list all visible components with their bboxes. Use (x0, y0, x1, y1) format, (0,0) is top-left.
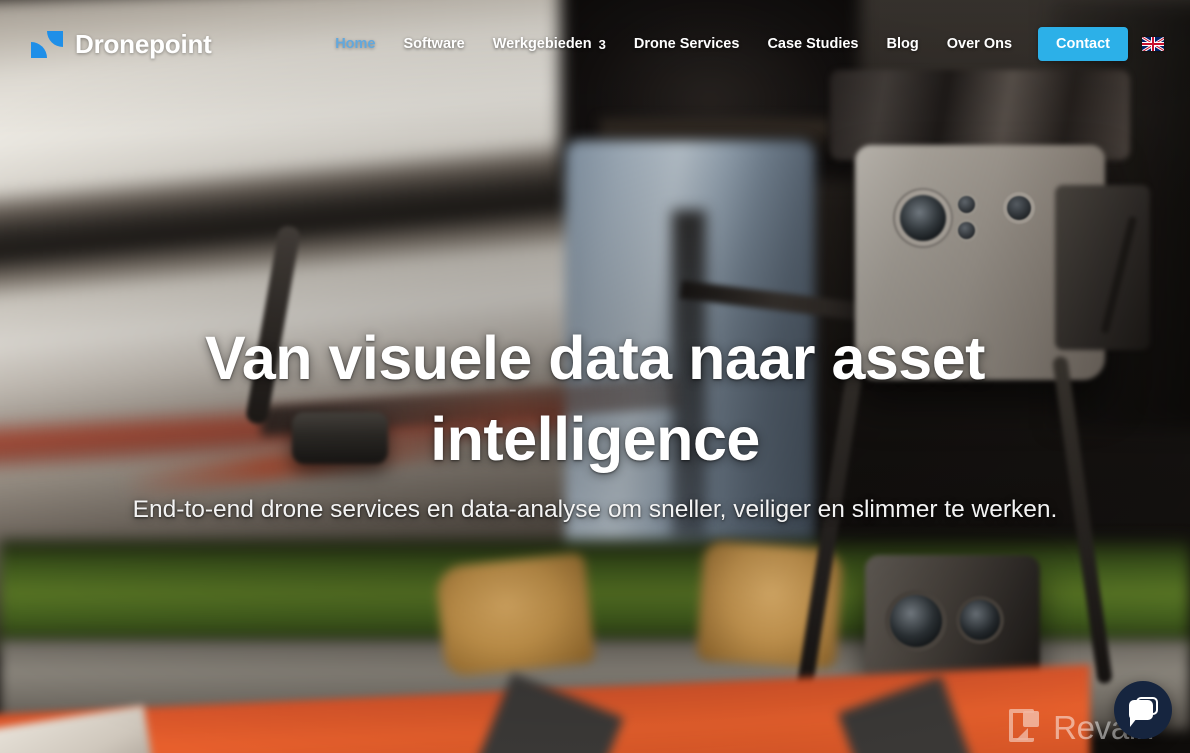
nav-item-drone-services[interactable]: Drone Services (620, 30, 754, 58)
nav-item-software[interactable]: Software (390, 30, 479, 58)
nav-item-blog[interactable]: Blog (873, 30, 933, 58)
nav-item-over-ons[interactable]: Over Ons (933, 30, 1026, 58)
hero-subtitle: End-to-end drone services en data-analys… (132, 496, 1058, 524)
nav-item-label: Werkgebieden (492, 36, 592, 52)
chevron-down-icon: 3 (598, 36, 606, 52)
chat-bubble-tail (1130, 718, 1137, 727)
nav-item-label: Software (403, 36, 465, 52)
brand-name: Dronepoint (75, 28, 212, 59)
nav-item-case-studies[interactable]: Case Studies (753, 30, 872, 58)
chat-widget-button[interactable] (1114, 681, 1172, 739)
nav-item-label: Blog (886, 36, 919, 52)
page-title: Van visuele data naar asset intelligence (205, 324, 985, 473)
nav-item-label: Over Ons (946, 36, 1013, 52)
site-header: Dronepoint Home Software Werkgebieden 3 … (0, 0, 1190, 88)
hero-text-block: Van visuele data naar asset intelligence… (0, 318, 1190, 526)
chat-bubble-front (1129, 700, 1153, 720)
nav-item-home[interactable]: Home (321, 30, 389, 58)
contact-button[interactable]: Contact (1038, 27, 1128, 61)
drone-propeller-icon (30, 29, 64, 59)
nav-item-label: Home (335, 36, 376, 52)
nav-item-label: Case Studies (767, 36, 859, 52)
main-navigation: Home Software Werkgebieden 3 Drone Servi… (321, 27, 1164, 61)
united-kingdom-flag-icon[interactable] (1142, 37, 1164, 51)
nav-item-label: Drone Services (633, 36, 740, 52)
nav-item-werkgebieden[interactable]: Werkgebieden 3 (479, 30, 620, 58)
brand-logo[interactable]: Dronepoint (30, 29, 212, 60)
